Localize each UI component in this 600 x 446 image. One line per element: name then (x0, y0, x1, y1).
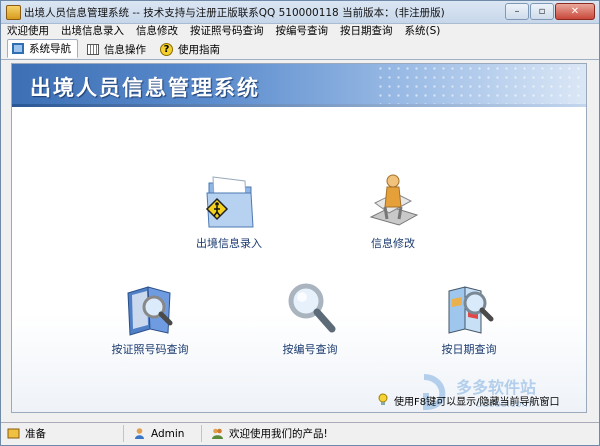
menu-entry[interactable]: 出境信息录入 (55, 24, 130, 38)
status-user: Admin (129, 425, 202, 442)
status-ready: 准备 (3, 425, 124, 442)
feature-query-number[interactable]: 按编号查询 (255, 279, 365, 357)
monitor-icon (12, 43, 24, 54)
lightbulb-icon (378, 393, 388, 405)
status-bar: 准备 Admin 欢迎使用我们的产品! (1, 422, 599, 445)
navigation-hint: 使用F8键可以显示/隐藏当前导航窗口 (376, 392, 559, 408)
window-controls: – ▫ ✕ (504, 3, 595, 20)
close-button[interactable]: ✕ (555, 3, 595, 20)
menu-query-number[interactable]: 按编号查询 (270, 24, 335, 38)
users-icon (212, 428, 223, 439)
map-search-icon (448, 286, 494, 334)
menu-query-date[interactable]: 按日期查询 (334, 24, 399, 38)
feature-query-id[interactable]: 按证照号码查询 (95, 279, 205, 357)
status-welcome: 欢迎使用我们的产品! (207, 425, 387, 442)
banner-pattern (376, 64, 586, 104)
minimize-button[interactable]: – (505, 3, 529, 20)
tab-info-operations[interactable]: 信息操作 (87, 40, 146, 58)
banner-divider (12, 104, 586, 107)
book-search-icon (127, 286, 173, 336)
feature-query-number-label: 按编号查询 (282, 343, 338, 356)
tab-label: 使用指南 (178, 43, 220, 56)
menu-welcome[interactable]: 欢迎使用 (1, 24, 55, 38)
title-bar[interactable]: 出境人员信息管理系统 -- 技术支持与注册正版联系QQ 510000118 当前… (1, 1, 599, 24)
tab-label: 系统导航 (29, 43, 71, 55)
navigation-panel: 出境人员信息管理系统 出境信息录入 信息修改 按证照号码查询 按编号查询 按日期… (11, 63, 587, 413)
feature-query-date[interactable]: 按日期查询 (414, 279, 524, 357)
hint-text: 使用F8键可以显示/隐藏当前导航窗口 (394, 396, 560, 408)
feature-entry[interactable]: 出境信息录入 (174, 169, 284, 251)
person-edit-icon (369, 174, 419, 226)
tab-bar: 系统导航 信息操作 ? 使用指南 (1, 38, 599, 60)
menu-edit[interactable]: 信息修改 (130, 24, 184, 38)
menu-bar: 欢迎使用 出境信息录入 信息修改 按证照号码查询 按编号查询 按日期查询 系统(… (1, 24, 599, 38)
folder-person-icon (205, 176, 254, 228)
status-app-icon (7, 428, 20, 439)
status-user-text: Admin (151, 427, 185, 440)
maximize-button[interactable]: ▫ (530, 3, 554, 20)
feature-edit-label: 信息修改 (371, 237, 415, 250)
tab-label: 信息操作 (104, 43, 146, 56)
window-title: 出境人员信息管理系统 -- 技术支持与注册正版联系QQ 510000118 当前… (24, 7, 445, 19)
user-icon (135, 428, 144, 439)
banner-title: 出境人员信息管理系统 (30, 76, 260, 100)
app-window: 出境人员信息管理系统 -- 技术支持与注册正版联系QQ 510000118 当前… (0, 0, 600, 446)
menu-system[interactable]: 系统(S) (399, 24, 447, 38)
feature-query-id-label: 按证照号码查询 (111, 343, 189, 356)
app-icon (6, 5, 21, 20)
help-icon: ? (160, 42, 173, 56)
menu-query-id[interactable]: 按证照号码查询 (184, 24, 270, 38)
status-ready-text: 准备 (25, 428, 46, 440)
banner: 出境人员信息管理系统 (12, 64, 586, 104)
tab-user-guide[interactable]: ? 使用指南 (160, 40, 220, 58)
status-welcome-text: 欢迎使用我们的产品! (229, 428, 328, 440)
feature-query-date-label: 按日期查询 (441, 343, 497, 356)
feature-entry-label: 出境信息录入 (196, 237, 262, 250)
magnifier-icon (288, 283, 336, 333)
feature-edit[interactable]: 信息修改 (338, 169, 448, 251)
grid-icon (87, 43, 99, 55)
tab-navigation[interactable]: 系统导航 (7, 39, 78, 58)
